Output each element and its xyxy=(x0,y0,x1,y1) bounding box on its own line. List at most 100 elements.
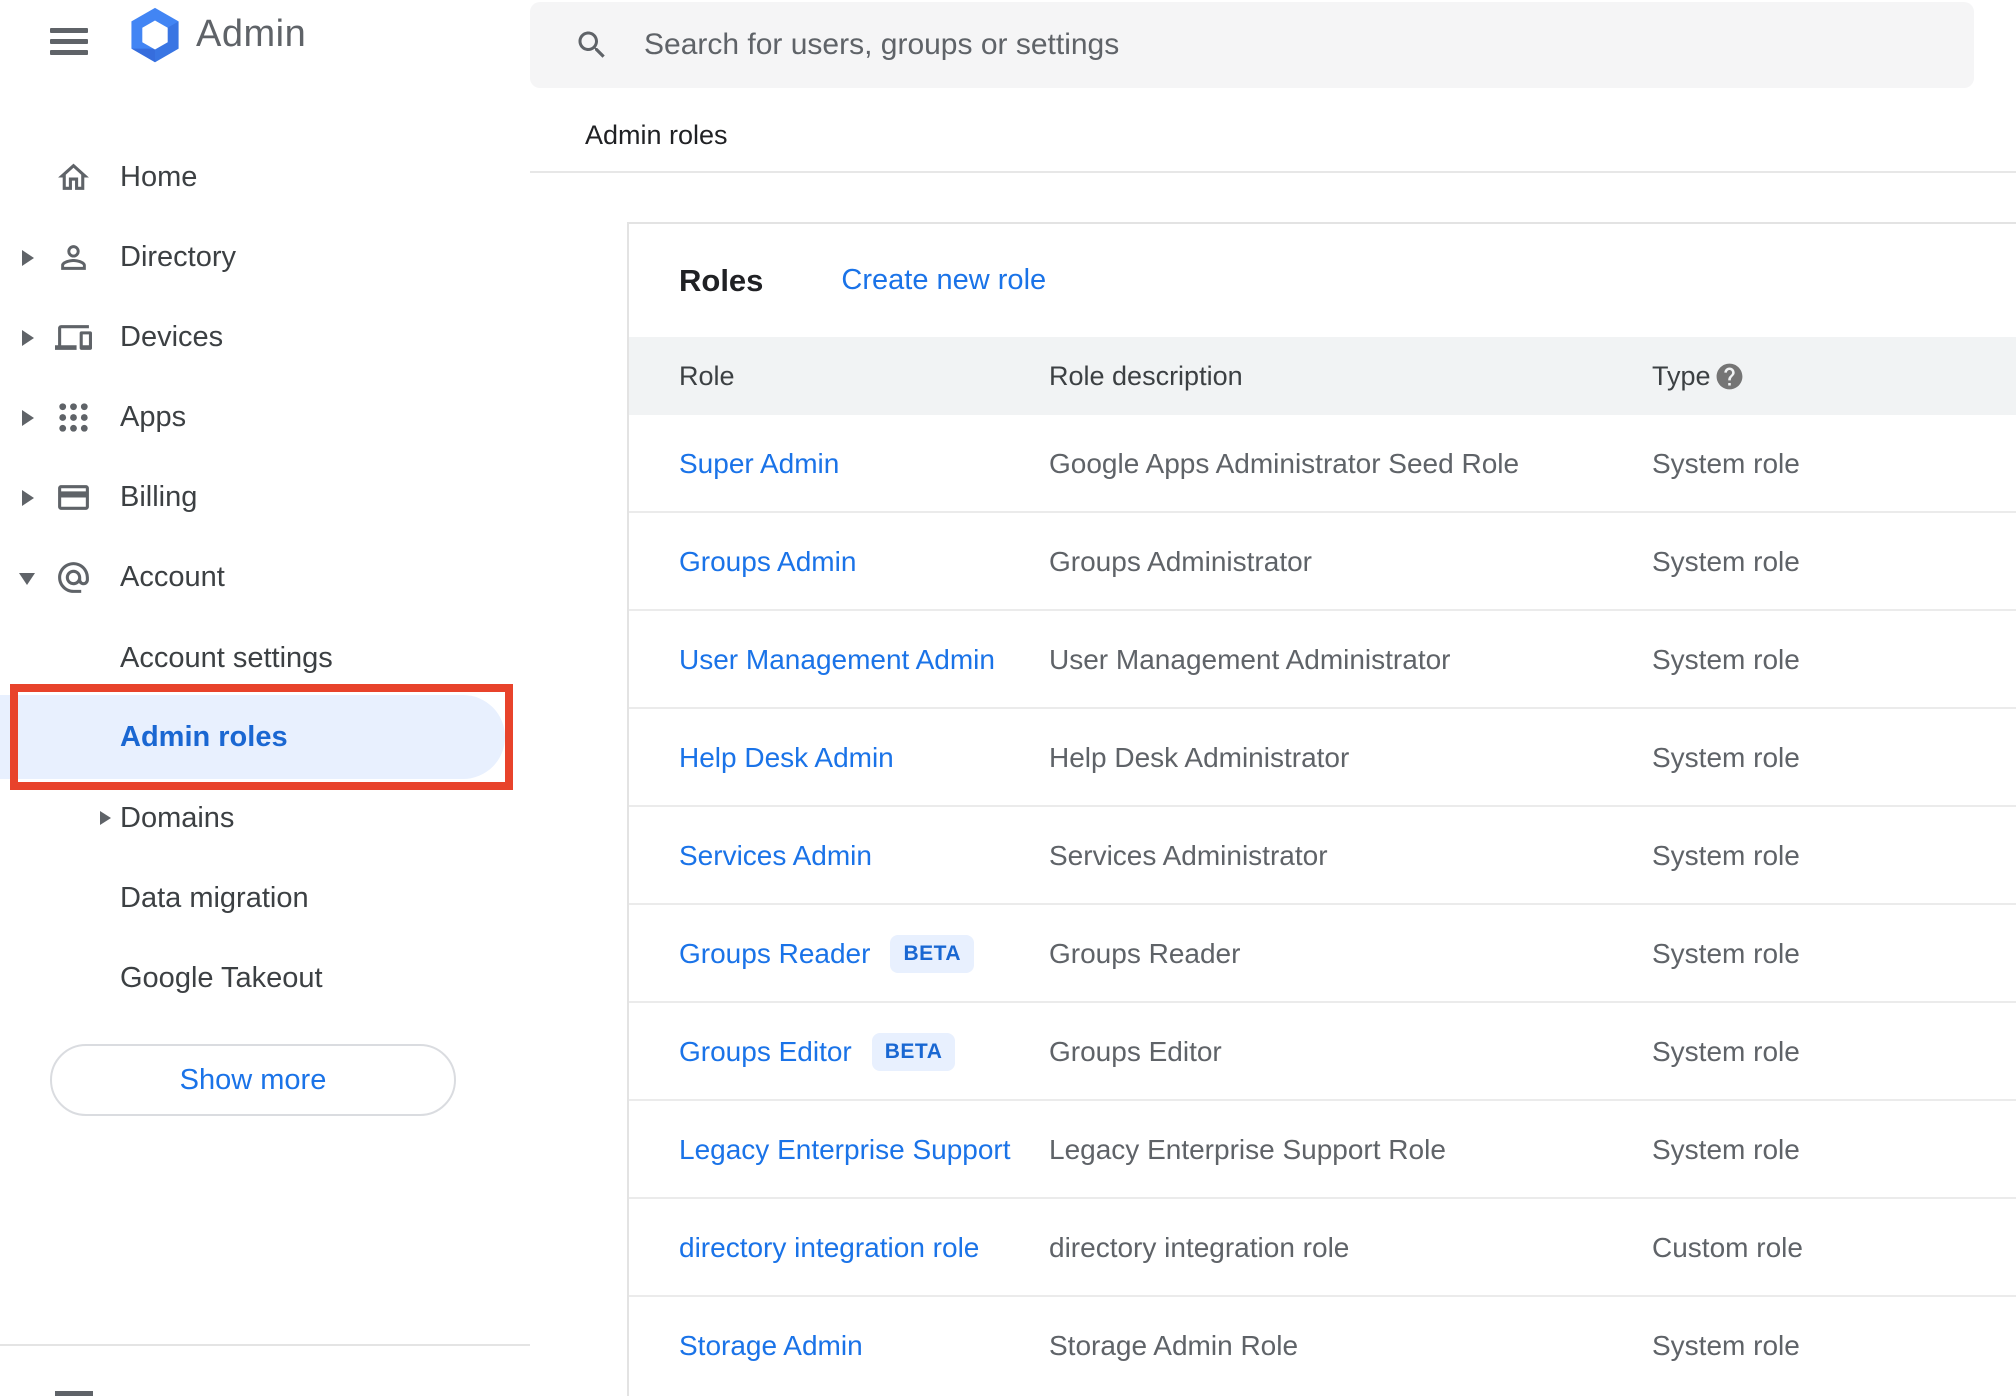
cut-off-icon xyxy=(55,1391,93,1396)
sidebar-item-google-takeout[interactable]: Google Takeout xyxy=(0,938,530,1018)
table-row: Groups Admin Groups Administrator System… xyxy=(629,513,2016,611)
role-type: System role xyxy=(1652,1134,1800,1165)
role-link[interactable]: Help Desk Admin xyxy=(679,709,894,807)
role-link[interactable]: Groups Reader BETA xyxy=(679,905,975,1003)
sidebar-item-label: Billing xyxy=(120,481,198,513)
role-link-label: directory integration role xyxy=(679,1232,980,1263)
sidebar-bottom-divider xyxy=(0,1344,530,1346)
roles-table-header: Role Role description Type xyxy=(629,337,2016,415)
expand-arrow-icon[interactable] xyxy=(22,330,34,346)
create-new-role-link[interactable]: Create new role xyxy=(841,264,1046,297)
role-link-label: Help Desk Admin xyxy=(679,742,894,773)
role-type: System role xyxy=(1652,546,1800,577)
sidebar-item-label: Domains xyxy=(120,802,235,834)
roles-title: Roles xyxy=(679,262,764,298)
column-header-description: Role description xyxy=(1049,361,1243,391)
sidebar-item-label: Directory xyxy=(120,241,237,273)
sidebar-item-label: Data migration xyxy=(120,882,309,914)
role-description: Google Apps Administrator Seed Role xyxy=(1049,448,1520,479)
expand-arrow-icon[interactable] xyxy=(22,490,34,506)
sidebar-item-admin-roles-selected[interactable]: Admin roles xyxy=(0,695,505,779)
table-row: Groups Editor BETA Groups Editor System r… xyxy=(629,1003,2016,1101)
role-type: System role xyxy=(1652,840,1800,871)
sidebar-item-domains[interactable]: Domains xyxy=(0,778,530,858)
role-type: System role xyxy=(1652,448,1800,479)
role-description: Services Administrator xyxy=(1049,840,1328,871)
expand-arrow-icon[interactable] xyxy=(100,811,111,825)
role-link[interactable]: Legacy Enterprise Support xyxy=(679,1101,1011,1199)
at-sign-icon xyxy=(58,562,89,593)
role-description: Storage Admin Role xyxy=(1049,1330,1299,1361)
sidebar: Admin Home Directory Devices Apps Billin… xyxy=(0,0,530,1396)
apps-grid-icon xyxy=(59,403,88,432)
sidebar-item-label: Google Takeout xyxy=(120,962,323,994)
sidebar-item-account[interactable]: Account xyxy=(0,537,530,617)
expand-arrow-icon[interactable] xyxy=(22,410,34,426)
home-icon xyxy=(58,163,89,190)
search-icon xyxy=(578,31,605,58)
page-title: Admin roles xyxy=(585,120,728,150)
collapse-arrow-icon[interactable] xyxy=(19,573,35,585)
sidebar-item-label: Apps xyxy=(120,401,187,433)
role-type: System role xyxy=(1652,1036,1800,1067)
role-link[interactable]: Storage Admin xyxy=(679,1297,863,1395)
credit-card-icon xyxy=(58,485,89,510)
sidebar-item-billing[interactable]: Billing xyxy=(0,457,530,537)
role-link-label: User Management Admin xyxy=(679,644,995,675)
sidebar-item-devices[interactable]: Devices xyxy=(0,297,530,377)
role-link-label: Groups Editor xyxy=(679,1036,852,1067)
sidebar-item-label: Account settings xyxy=(120,642,333,674)
sidebar-item-label: Admin roles xyxy=(120,721,288,753)
sidebar-item-data-migration[interactable]: Data migration xyxy=(0,858,530,938)
table-row: Storage Admin Storage Admin Role System … xyxy=(629,1297,2016,1395)
role-type: Custom role xyxy=(1652,1232,1803,1263)
role-link[interactable]: directory integration role xyxy=(679,1199,979,1297)
help-icon[interactable] xyxy=(1714,361,1745,392)
roles-card: Roles Create new role Role Role descript… xyxy=(627,222,2016,1396)
sidebar-item-home[interactable]: Home xyxy=(0,137,530,217)
sidebar-item-label: Home xyxy=(120,161,198,193)
table-row: directory integration role directory int… xyxy=(629,1199,2016,1297)
role-link-label: Super Admin xyxy=(679,448,840,479)
roles-card-header: Roles Create new role xyxy=(629,224,2016,337)
sidebar-item-label: Devices xyxy=(120,321,224,353)
expand-arrow-icon[interactable] xyxy=(22,250,34,266)
sidebar-item-label: Account xyxy=(120,561,225,593)
table-row: Help Desk Admin Help Desk Administrator … xyxy=(629,709,2016,807)
role-link[interactable]: Groups Editor BETA xyxy=(679,1003,956,1101)
search-input[interactable]: Search for users, groups or settings xyxy=(644,2,1119,88)
table-row: Legacy Enterprise Support Legacy Enterpr… xyxy=(629,1101,2016,1199)
role-link-label: Services Admin xyxy=(679,840,872,871)
column-header-type: Type xyxy=(1652,361,1711,391)
role-link[interactable]: Groups Admin xyxy=(679,513,856,611)
role-description: Groups Administrator xyxy=(1049,546,1312,577)
role-link-label: Groups Admin xyxy=(679,546,857,577)
role-link[interactable]: Super Admin xyxy=(679,415,839,513)
search-bar[interactable]: Search for users, groups or settings xyxy=(530,2,1974,88)
role-link-label: Storage Admin xyxy=(679,1330,863,1361)
role-type: System role xyxy=(1652,938,1800,969)
role-description: Help Desk Administrator xyxy=(1049,742,1350,773)
sidebar-item-directory[interactable]: Directory xyxy=(0,217,530,297)
column-header-role: Role xyxy=(679,361,735,391)
menu-hamburger-icon[interactable] xyxy=(50,28,88,56)
role-description: Groups Reader xyxy=(1049,938,1241,969)
beta-badge: BETA xyxy=(871,1033,956,1071)
table-row: User Management Admin User Management Ad… xyxy=(629,611,2016,709)
sidebar-item-apps[interactable]: Apps xyxy=(0,377,530,457)
person-icon xyxy=(61,245,86,270)
header-divider xyxy=(530,171,2016,173)
role-description: Groups Editor xyxy=(1049,1036,1222,1067)
show-more-button[interactable]: Show more xyxy=(50,1044,456,1116)
admin-logo-icon xyxy=(131,7,179,63)
role-link[interactable]: Services Admin xyxy=(679,807,872,905)
role-type: System role xyxy=(1652,742,1800,773)
table-row: Groups Reader BETA Groups Reader System r… xyxy=(629,905,2016,1003)
beta-badge: BETA xyxy=(890,935,975,973)
app-title: Admin xyxy=(196,13,307,55)
sidebar-item-account-settings[interactable]: Account settings xyxy=(0,618,530,698)
role-link-label: Legacy Enterprise Support xyxy=(679,1134,1011,1165)
role-link[interactable]: User Management Admin xyxy=(679,611,995,709)
role-description: Legacy Enterprise Support Role xyxy=(1049,1134,1446,1165)
role-link-label: Groups Reader xyxy=(679,938,871,969)
